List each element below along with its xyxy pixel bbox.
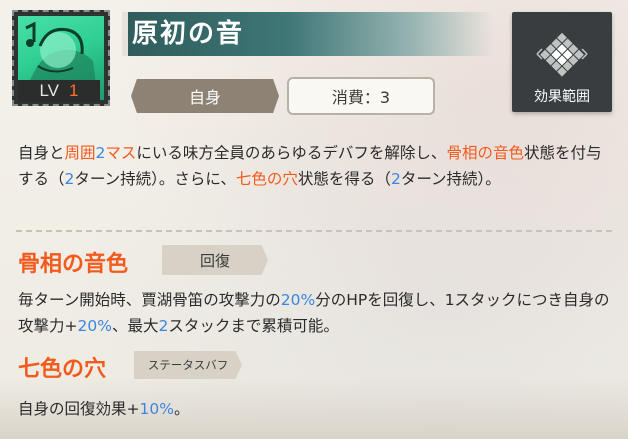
description-text-run: 周囲: [64, 144, 96, 162]
effect-range-button[interactable]: 効果範囲: [512, 12, 612, 112]
effect-1-text-run: 20%: [280, 291, 316, 309]
skill-description: 自身と周囲2マスにいる味方全員のあらゆるデバフを解除し、骨相の音色状態を付与する…: [18, 140, 612, 192]
description-text-run: 七色の穴: [235, 170, 298, 188]
effect-tag-2: ステータスバフ: [134, 351, 242, 379]
description-text-run: 2: [95, 144, 106, 162]
effect-range-label: 効果範囲: [534, 89, 590, 105]
description-text-run: にいる味方全員のあらゆるデバフを解除し、: [136, 144, 447, 162]
effect-title-2: 七色の穴: [18, 356, 107, 382]
skill-title: 原初の音: [132, 19, 245, 49]
description-text-run: ターン持続）。: [400, 170, 501, 188]
effect-1-text-run: スタックまで累積可能。: [168, 317, 339, 335]
description-text-run: 自身と: [18, 144, 65, 162]
effect-2-text-run: 10%: [139, 400, 174, 418]
level-label: LV: [39, 81, 60, 100]
level-badge: LV 1: [18, 80, 100, 102]
effect-2-text-run: 自身の回復効果+: [18, 400, 140, 418]
description-text-run: 骨相の音色: [446, 144, 524, 162]
effect-1-text-run: 、最大: [111, 317, 159, 335]
effect-1-text-run: 2: [158, 317, 169, 335]
effect-tag-1: 回復: [162, 245, 268, 275]
diamond-grid-range-icon: [536, 32, 588, 77]
description-text-run: 2: [390, 170, 401, 188]
description-text-run: 状態を得る（: [297, 170, 391, 188]
cost-pill: 消費：3: [287, 77, 435, 115]
effect-1-text-run: 毎ターン開始時、賈湖骨笛の攻撃力の: [18, 291, 281, 309]
target-pill: 自身: [131, 79, 279, 113]
effect-1-text-run: 20%: [77, 317, 112, 335]
description-text-run: ターン持続）。さらに、: [74, 170, 236, 188]
section-divider: [16, 230, 612, 232]
description-text-run: マス: [105, 144, 137, 162]
level-value: 1: [69, 81, 79, 100]
effect-body-2: 自身の回復効果+10%。: [18, 396, 612, 422]
effect-2-text-run: 。: [173, 400, 190, 418]
effect-title-1: 骨相の音色: [18, 251, 129, 277]
description-text-run: 2: [64, 170, 75, 188]
effect-body-1: 毎ターン開始時、賈湖骨笛の攻撃力の20%分のHPを回復し、1スタックにつき自身の…: [18, 287, 612, 339]
